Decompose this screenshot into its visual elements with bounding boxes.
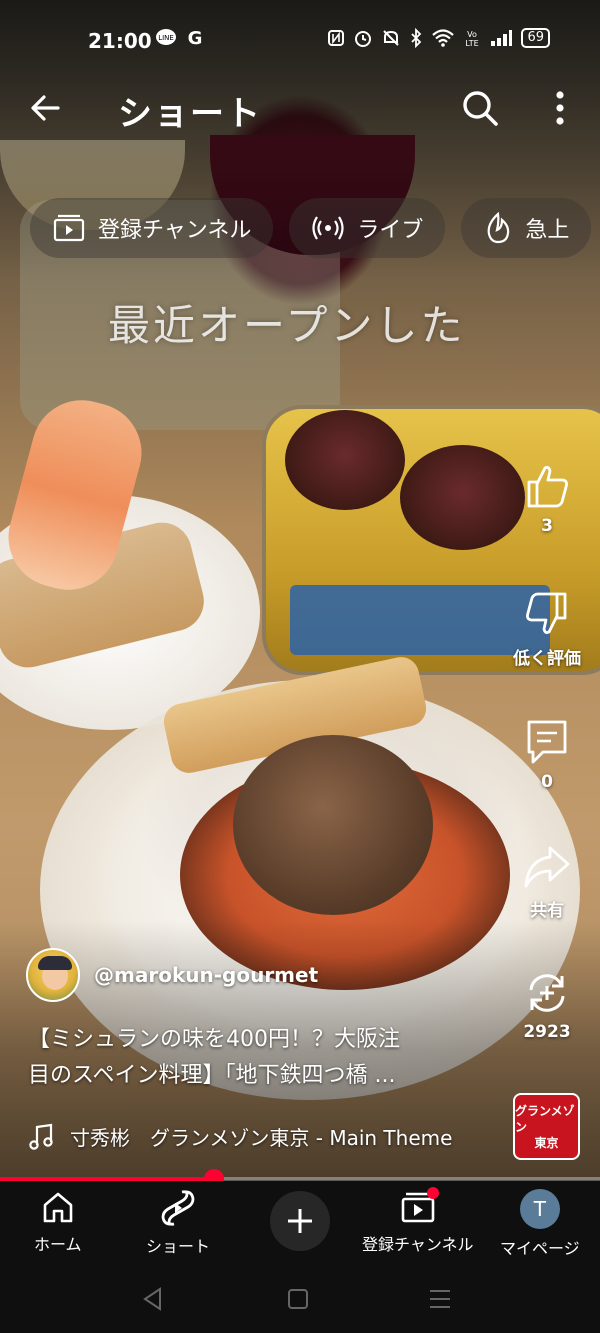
system-home-icon[interactable]	[286, 1286, 310, 1312]
more-options-button[interactable]	[540, 86, 580, 130]
thumbs-up-icon	[527, 466, 568, 508]
chip-label: 急上	[525, 218, 570, 243]
back-button[interactable]	[24, 86, 68, 130]
tapas-spoon-1	[285, 410, 405, 510]
channel-name[interactable]: @marokun-gourmet	[94, 963, 318, 987]
nav-subscriptions[interactable]: 登録チャンネル	[362, 1187, 474, 1255]
line-icon: LINE	[156, 29, 176, 45]
nav-me-label: マイページ	[500, 1239, 580, 1258]
wifi-icon	[432, 29, 455, 47]
music-thumb-line-1: グランメゾン	[515, 1103, 575, 1134]
remix-icon	[529, 974, 565, 1012]
mute-icon	[383, 30, 400, 46]
comment-count: 0	[541, 772, 553, 792]
nav-home-label: ホーム	[34, 1235, 82, 1254]
dislike-label: 低く評価	[513, 649, 581, 669]
comment-icon	[527, 720, 567, 764]
comments-button[interactable]: 0	[505, 716, 589, 792]
subscriptions-icon	[53, 214, 85, 242]
more-vert-icon	[556, 91, 564, 125]
music-note-icon	[29, 1123, 53, 1150]
shorts-header: ショート	[0, 80, 600, 136]
system-menu-icon[interactable]	[428, 1287, 452, 1311]
google-icon: G	[188, 28, 203, 48]
new-content-dot	[427, 1187, 439, 1199]
music-thumbnail[interactable]: グランメゾン 東京	[513, 1093, 580, 1160]
bluetooth-icon	[411, 28, 422, 48]
account-initial: T	[533, 1197, 546, 1221]
share-button[interactable]: 共有	[505, 842, 589, 921]
signal-icon	[491, 30, 513, 46]
system-navigation-bar	[0, 1267, 600, 1333]
music-thumb-line-2: 東京	[534, 1135, 559, 1150]
nav-me[interactable]: T マイページ	[500, 1189, 580, 1259]
music-row[interactable]: 寸秀彬 グランメゾン東京 - Main Theme	[28, 1122, 452, 1151]
live-icon	[312, 216, 344, 240]
video-title[interactable]: 【ミシュランの味を400円！？大阪注 目のスペイン料理】「地下鉄四つ橋 ...	[28, 1022, 498, 1094]
nav-shorts[interactable]: ショート	[146, 1189, 210, 1257]
chip-label: 登録チャンネル	[98, 218, 252, 243]
svg-text:G: G	[188, 28, 203, 48]
remix-count: 2923	[523, 1022, 571, 1042]
video-title-line-2: 目のスペイン料理】「地下鉄四つ橋 ...	[28, 1063, 396, 1088]
page-title: ショート	[118, 94, 262, 134]
channel-avatar[interactable]	[26, 948, 80, 1002]
search-button[interactable]	[458, 86, 502, 130]
back-arrow-icon	[31, 95, 60, 121]
status-bar: 21:00 LINE G Vo LTE 69	[0, 22, 600, 58]
plus-icon	[288, 1209, 312, 1233]
channel-row[interactable]: @marokun-gourmet	[26, 948, 318, 1002]
status-time: 21:00	[88, 29, 152, 53]
share-icon	[524, 846, 570, 888]
video-overlay-caption: 最近オープンした	[108, 301, 466, 350]
chip-trending[interactable]: 急上	[461, 198, 592, 258]
meatball	[233, 735, 433, 915]
chip-label: ライブ	[357, 218, 424, 243]
chip-live[interactable]: ライブ	[289, 198, 446, 258]
battery-level: 69	[521, 28, 550, 48]
home-icon	[43, 1192, 73, 1223]
music-title: 寸秀彬 グランメゾン東京 - Main Theme	[70, 1126, 453, 1150]
nav-shorts-label: ショート	[146, 1237, 211, 1256]
create-button[interactable]	[270, 1191, 330, 1251]
chip-subscriptions[interactable]: 登録チャンネル	[30, 198, 274, 258]
svg-text:LTE: LTE	[466, 39, 479, 48]
like-button[interactable]: 3	[505, 460, 589, 536]
thumbs-down-icon	[526, 592, 567, 634]
search-icon	[463, 91, 498, 126]
nav-subscriptions-label: 登録チャンネル	[362, 1235, 474, 1254]
bottom-navigation: ホーム ショート 登録チャンネル T マイページ	[0, 1181, 600, 1267]
system-back-icon[interactable]	[140, 1285, 164, 1313]
feed-filter-chips: 登録チャンネル ライブ 急上	[30, 198, 600, 258]
like-count: 3	[541, 516, 553, 536]
nfc-icon	[328, 30, 345, 46]
system-icons: Vo LTE 69	[327, 28, 550, 48]
alarm-icon	[355, 31, 372, 47]
svg-text:Vo: Vo	[468, 30, 478, 39]
avatar-hair	[38, 956, 72, 970]
nav-home[interactable]: ホーム	[34, 1189, 82, 1255]
video-title-line-1: 【ミシュランの味を400円！？大阪注	[28, 1027, 400, 1052]
volte-icon: VoLTE	[466, 30, 479, 48]
notification-icons: LINE G	[155, 28, 205, 48]
trending-icon	[487, 212, 510, 244]
share-label: 共有	[530, 901, 564, 921]
shorts-icon	[161, 1190, 195, 1226]
dislike-button[interactable]: 低く評価	[505, 588, 589, 669]
account-avatar: T	[519, 1189, 560, 1229]
svg-text:LINE: LINE	[158, 34, 174, 42]
remix-button[interactable]: 2923	[505, 968, 589, 1042]
